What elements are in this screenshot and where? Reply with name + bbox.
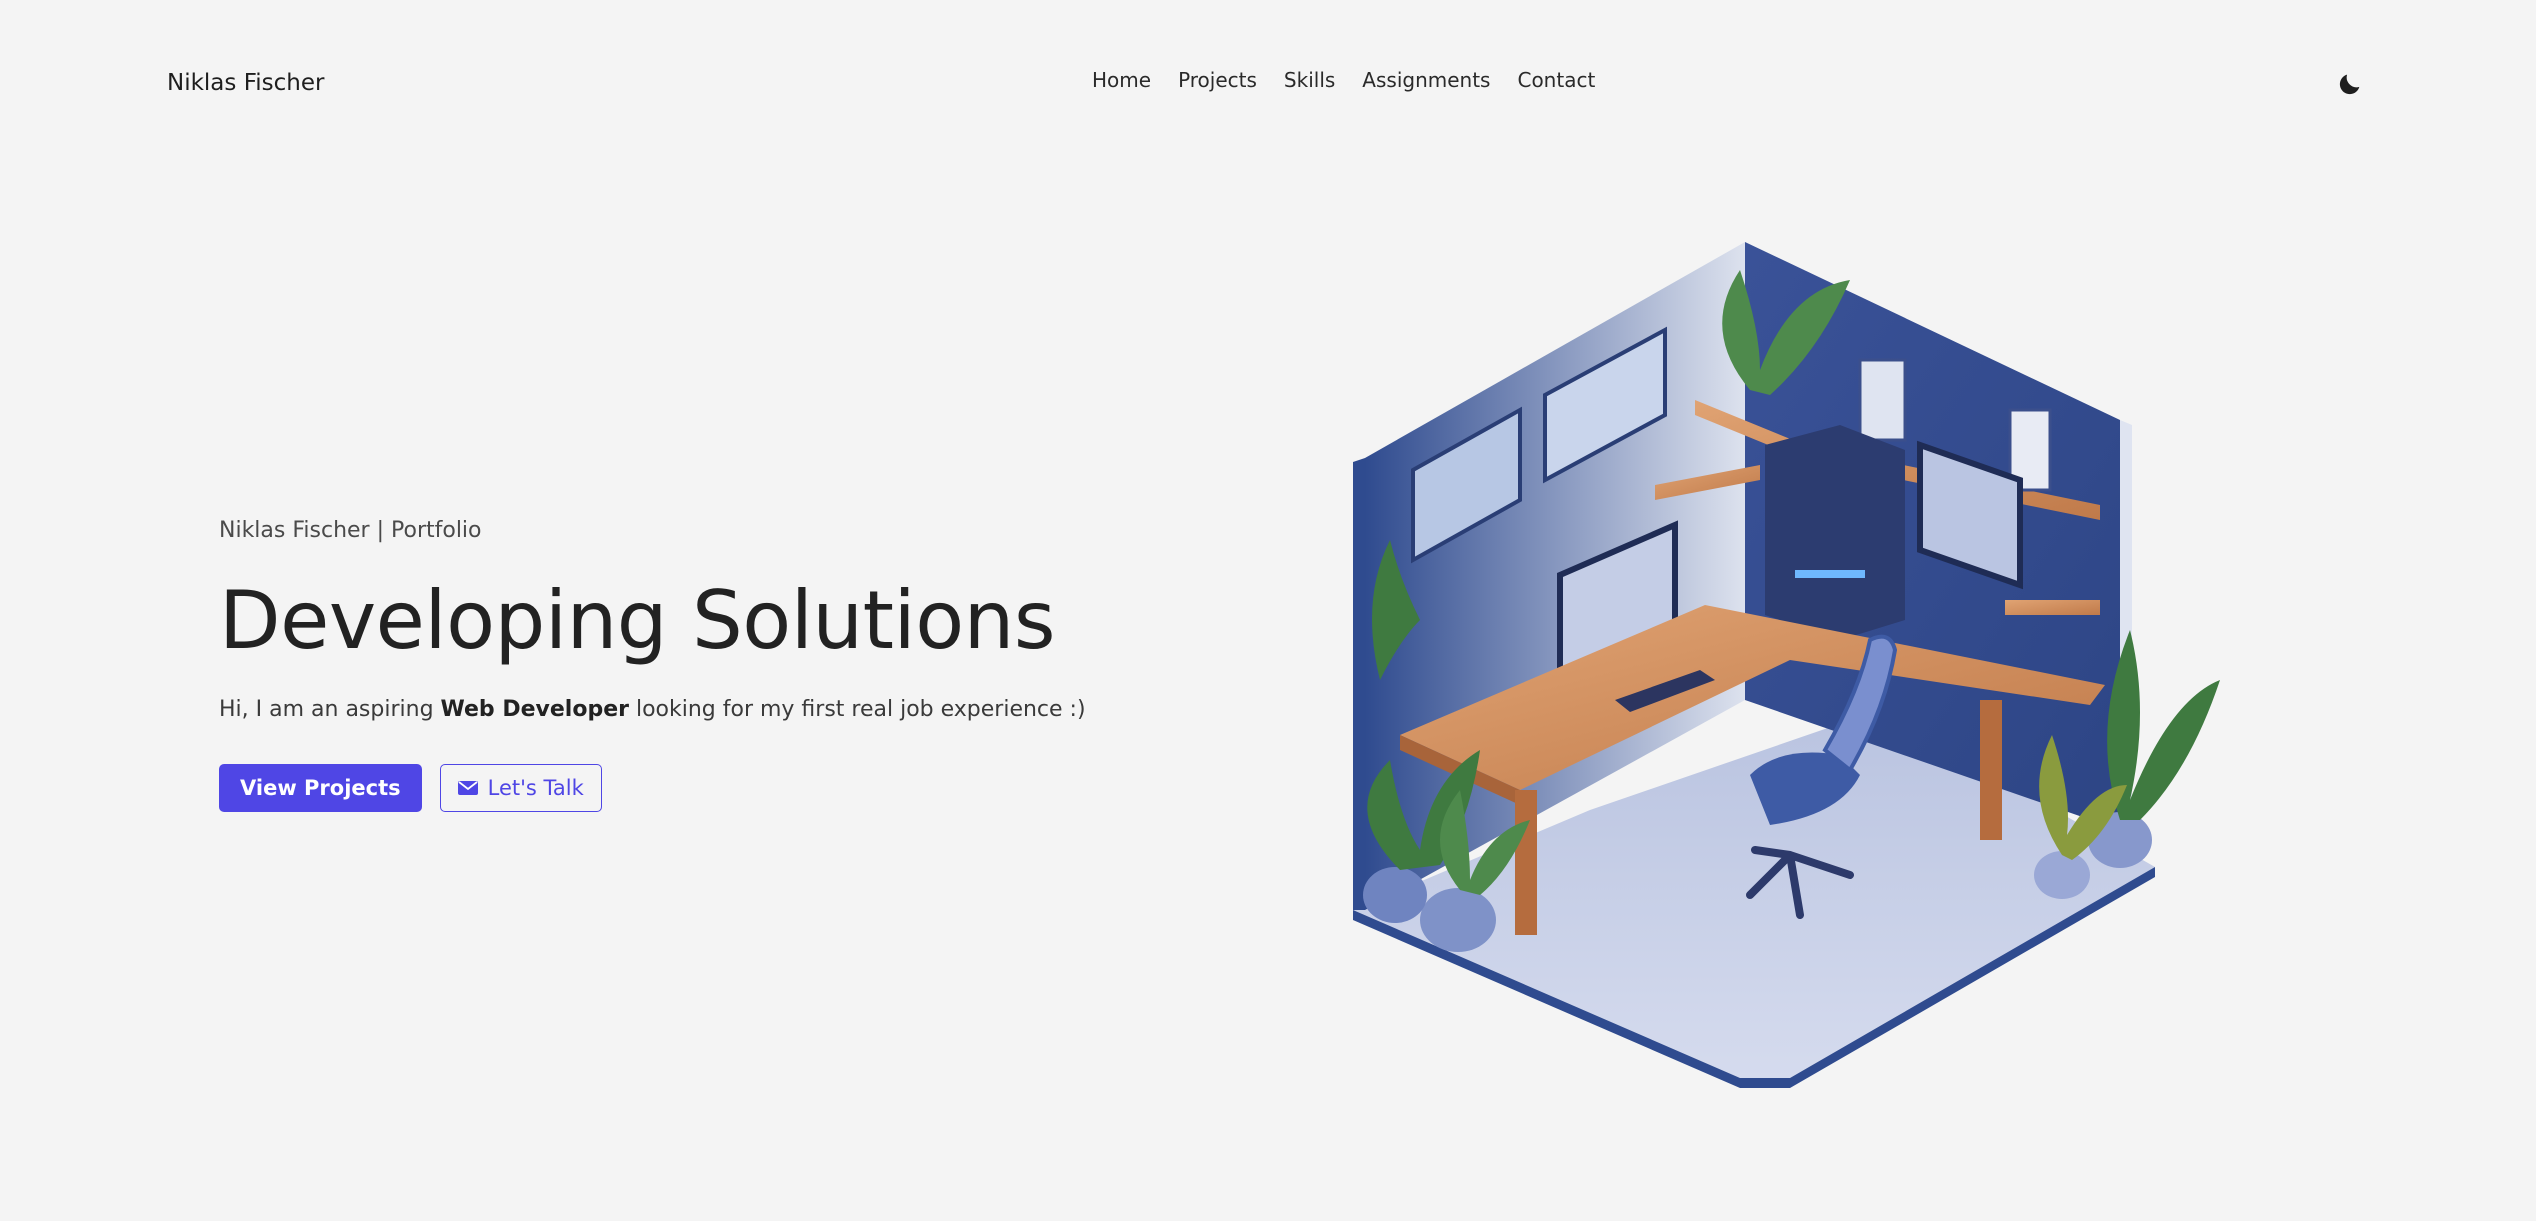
hero-actions: View Projects Let's Talk xyxy=(219,764,602,812)
shelf-lower-right xyxy=(2005,600,2100,615)
view-projects-button[interactable]: View Projects xyxy=(219,764,422,812)
theme-toggle-button[interactable] xyxy=(2336,70,2364,98)
brand-name[interactable]: Niklas Fischer xyxy=(167,70,324,96)
envelope-icon xyxy=(457,781,478,795)
nav-link-home[interactable]: Home xyxy=(1092,68,1151,92)
books-upper xyxy=(1858,358,1907,442)
nav-link-assignments[interactable]: Assignments xyxy=(1362,68,1490,92)
hero-headline: Developing Solutions xyxy=(219,574,1056,667)
plant-pot-front-left xyxy=(1420,888,1496,952)
plant-pot-right-2 xyxy=(2034,851,2090,899)
pc-tower xyxy=(1765,425,1905,640)
pc-light xyxy=(1795,570,1865,578)
workspace-illustration xyxy=(1320,230,2220,1100)
plant-pot-left xyxy=(1363,867,1427,923)
tagline-outro: looking for my first real job experience… xyxy=(628,697,1086,722)
tagline-intro: Hi, I am an aspiring xyxy=(219,697,441,722)
nav-link-skills[interactable]: Skills xyxy=(1284,68,1335,92)
left-wall-edge xyxy=(1353,458,1365,910)
desk-leg-left xyxy=(1515,790,1537,935)
lets-talk-button[interactable]: Let's Talk xyxy=(439,764,602,812)
nav-links: Home Projects Skills Assignments Contact xyxy=(1092,68,1595,92)
nav-link-contact[interactable]: Contact xyxy=(1517,68,1595,92)
isometric-room-svg xyxy=(1353,242,2220,1088)
tagline-highlight: Web Developer xyxy=(440,697,629,722)
hero-text: Niklas Fischer | Portfolio Developing So… xyxy=(219,518,1119,722)
desk-leg-right xyxy=(1980,700,2002,840)
nav-link-projects[interactable]: Projects xyxy=(1178,68,1257,92)
top-navigation: Niklas Fischer Home Projects Skills Assi… xyxy=(0,0,2536,170)
moon-icon xyxy=(2339,74,2360,95)
lets-talk-label: Let's Talk xyxy=(487,776,584,800)
hero-tagline: Hi, I am an aspiring Web Developer looki… xyxy=(219,697,1119,722)
hero-eyebrow: Niklas Fischer | Portfolio xyxy=(219,518,482,543)
